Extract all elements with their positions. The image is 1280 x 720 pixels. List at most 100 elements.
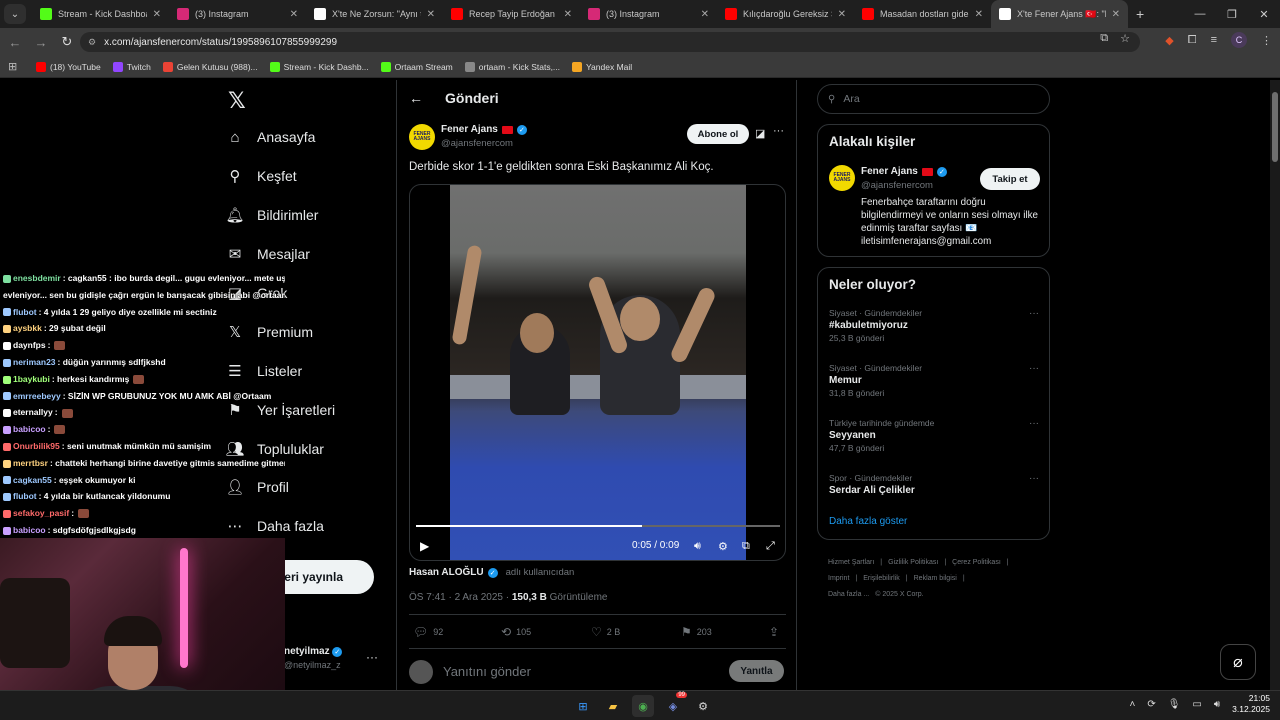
trend-more-icon[interactable]: ··· bbox=[1029, 308, 1039, 319]
chat-username[interactable]: flubot bbox=[13, 491, 37, 501]
footer-link[interactable]: Imprint bbox=[828, 575, 849, 582]
grok-explain-icon[interactable]: ◪ bbox=[755, 127, 765, 140]
chat-username[interactable]: cagkan55 bbox=[13, 475, 52, 485]
bookmark-item[interactable]: Stream - Kick Dashb... bbox=[269, 61, 369, 72]
close-window-button[interactable]: ✕ bbox=[1248, 0, 1280, 28]
video-progress-bar[interactable] bbox=[416, 525, 780, 527]
trend-more-icon[interactable]: ··· bbox=[1029, 418, 1039, 429]
install-app-icon[interactable]: ⧉ bbox=[1100, 32, 1108, 45]
close-tab-icon[interactable]: ✕ bbox=[838, 9, 846, 20]
browser-tab[interactable]: (3) Instagram ✕ bbox=[169, 0, 306, 28]
extensions-puzzle-icon[interactable]: ⧠ bbox=[1188, 34, 1197, 47]
footer-link[interactable]: Reklam bilgisi bbox=[914, 575, 957, 582]
bookmark-item[interactable]: Gelen Kutusu (988)... bbox=[162, 61, 258, 72]
profile-avatar[interactable]: C bbox=[1231, 32, 1247, 48]
browser-tab[interactable]: Masadan dostları giden adam ✕ bbox=[854, 0, 991, 28]
author-avatar[interactable]: FENER AJANS bbox=[409, 124, 435, 150]
bookmark-item[interactable]: ortaam - Kick Stats,... bbox=[464, 61, 560, 72]
chat-username[interactable]: 1baykubi bbox=[13, 374, 50, 384]
media-controls-icon[interactable]: ≡ bbox=[1211, 34, 1217, 46]
apps-grid-icon[interactable]: ⊞ bbox=[8, 60, 22, 73]
browser-tab[interactable]: Recep Tayip Erdoğan Futbol ✕ bbox=[443, 0, 580, 28]
chat-username[interactable]: sefakoy_pasif bbox=[13, 508, 69, 518]
browser-tab[interactable]: X'te Fener Ajans 🇹🇷: "Derbide ✕ bbox=[991, 0, 1128, 28]
browser-tab[interactable]: X'te Ne Zorsun: "Aynı tuvalet ✕ bbox=[306, 0, 443, 28]
chat-username[interactable]: neriman23 bbox=[13, 357, 56, 367]
file-explorer-icon[interactable]: ▰ bbox=[602, 695, 624, 717]
reply-input[interactable]: Yanıtını gönder bbox=[443, 664, 531, 679]
reply-action[interactable]: 💬︎ 92 bbox=[413, 625, 443, 639]
chrome-menu-icon[interactable]: ⋮ bbox=[1261, 34, 1272, 47]
reload-button[interactable]: ↻ bbox=[56, 34, 78, 50]
repost-action[interactable]: ⟲ 105 bbox=[501, 625, 531, 639]
nav-item-1[interactable]: ⚲ Keşfet bbox=[226, 167, 297, 185]
author-handle[interactable]: @ajansfenercom bbox=[441, 138, 513, 149]
credit-name[interactable]: Hasan ALOĞLU bbox=[409, 567, 484, 578]
reply-button[interactable]: Yanıtla bbox=[729, 660, 784, 682]
footer-link[interactable]: Çerez Politikası bbox=[952, 559, 1001, 566]
browser-tab[interactable]: Kılıçdaroğlu Gereksiz Sarsılm ✕ bbox=[717, 0, 854, 28]
account-more-icon[interactable]: ··· bbox=[366, 650, 378, 664]
mic-icon[interactable]: 🎙︎ bbox=[1168, 699, 1181, 710]
settings-gear-icon[interactable]: ⚙ bbox=[718, 540, 728, 553]
chat-username[interactable]: emrreebeyy bbox=[13, 391, 61, 401]
chat-username[interactable]: aysbkk bbox=[13, 323, 42, 333]
subscribe-button[interactable]: Abone ol bbox=[687, 124, 749, 144]
bookmark-item[interactable]: Ortaam Stream bbox=[380, 61, 453, 72]
network-icon[interactable]: ▭ bbox=[1192, 699, 1201, 710]
relevant-avatar[interactable]: FENER AJANS bbox=[829, 165, 855, 191]
grok-float-button[interactable]: ⌀ bbox=[1220, 644, 1256, 680]
tweet-more-icon[interactable]: ··· bbox=[773, 125, 784, 137]
footer-link[interactable]: Erişilebilirlik bbox=[863, 575, 900, 582]
tray-app-icon[interactable]: ⟳ bbox=[1147, 699, 1155, 710]
author-name[interactable]: Fener Ajans ✓ bbox=[441, 124, 527, 135]
site-info-icon[interactable]: ⚙ bbox=[88, 37, 96, 48]
trend-item[interactable]: Spor · Gündemdekiler Serdar Ali Çelikler ·… bbox=[829, 473, 1041, 498]
nav-item-0[interactable]: ⌂ Anasayfa bbox=[226, 128, 315, 146]
chat-username[interactable]: Onurbilik95 bbox=[13, 441, 60, 451]
back-arrow-icon[interactable]: ← bbox=[409, 90, 423, 106]
page-scrollbar[interactable] bbox=[1270, 80, 1280, 690]
relevant-name[interactable]: Fener Ajans ✓ bbox=[861, 166, 947, 177]
tab-search-button[interactable]: ⌄ bbox=[4, 4, 26, 24]
nav-item-3[interactable]: ✉ Mesajlar bbox=[226, 245, 310, 263]
nav-item-2[interactable]: 🔔︎ Bildirimler bbox=[225, 206, 318, 224]
bookmark-item[interactable]: Twitch bbox=[112, 61, 151, 72]
share-action[interactable]: ⇪ bbox=[769, 625, 779, 639]
forward-button[interactable]: → bbox=[30, 35, 52, 50]
fullscreen-icon[interactable]: ⤢ bbox=[766, 540, 775, 553]
chat-username[interactable]: merrtbsr bbox=[13, 458, 48, 468]
bookmark-action[interactable]: ⚑ 203 bbox=[681, 625, 712, 639]
back-button[interactable]: ← bbox=[4, 35, 26, 50]
scrollbar-thumb[interactable] bbox=[1272, 92, 1278, 162]
close-tab-icon[interactable]: ✕ bbox=[975, 9, 983, 20]
tweet-video[interactable]: ▶ 0:05 / 0:09 🔊︎ ⚙ ⧉ ⤢ bbox=[409, 184, 786, 561]
browser-tab[interactable]: (3) Instagram ✕ bbox=[580, 0, 717, 28]
browser-tab[interactable]: Stream - Kick Dashboard ✕ bbox=[32, 0, 169, 28]
close-tab-icon[interactable]: ✕ bbox=[290, 9, 298, 20]
minimize-button[interactable]: — bbox=[1184, 0, 1216, 28]
trend-more-icon[interactable]: ··· bbox=[1029, 363, 1039, 374]
chrome-icon[interactable]: ◉ bbox=[632, 695, 654, 717]
trend-item[interactable]: Türkiye tarihinde gündemde Seyyanen 47,7 B… bbox=[829, 418, 1041, 453]
close-tab-icon[interactable]: ✕ bbox=[427, 9, 435, 20]
close-tab-icon[interactable]: ✕ bbox=[564, 9, 572, 20]
tweet-timestamp[interactable]: ÖS 7:41 · 2 Ara 2025 · bbox=[409, 592, 509, 603]
footer-link[interactable]: Daha fazla ... bbox=[828, 591, 869, 598]
like-action[interactable]: ♡ 2 B bbox=[591, 625, 620, 639]
discord-icon[interactable]: ◈ 99 bbox=[662, 692, 687, 717]
bookmark-item[interactable]: (18) YouTube bbox=[36, 61, 101, 72]
bookmark-star-icon[interactable]: ☆ bbox=[1120, 32, 1130, 45]
maximize-button[interactable]: ❐ bbox=[1216, 0, 1248, 28]
windows-start-icon[interactable]: ⊞ bbox=[572, 695, 594, 717]
chat-username[interactable]: enesbdemir bbox=[13, 273, 61, 283]
trend-more-icon[interactable]: ··· bbox=[1029, 473, 1039, 484]
chat-username[interactable]: babicoo bbox=[13, 424, 46, 434]
app-icon[interactable]: ⚙ bbox=[692, 695, 714, 717]
clock[interactable]: 21:05 3.12.2025 bbox=[1232, 693, 1270, 715]
footer-link[interactable]: Hizmet Şartları bbox=[828, 559, 874, 566]
extension-icon[interactable]: ◆ bbox=[1165, 34, 1173, 47]
show-more-link[interactable]: Daha fazla göster bbox=[829, 516, 907, 527]
footer-link[interactable]: Gizlilik Politikası bbox=[888, 559, 938, 566]
search-input[interactable]: ⚲ Ara bbox=[817, 84, 1050, 114]
